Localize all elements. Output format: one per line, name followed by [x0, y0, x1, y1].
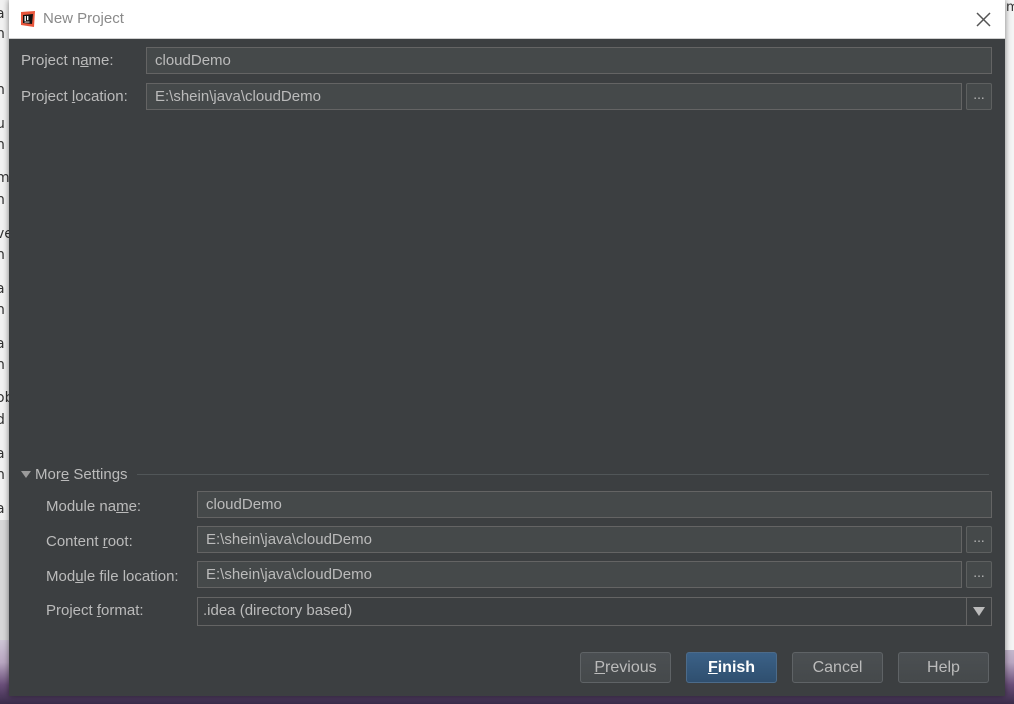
finish-button[interactable]: Finish: [686, 652, 777, 683]
project-format-select[interactable]: .idea (directory based): [197, 597, 992, 626]
content-root-input[interactable]: E:\shein\java\cloudDemo: [197, 526, 962, 553]
module-file-location-label: Module file location:: [46, 568, 179, 585]
title-bar[interactable]: New Project: [9, 0, 1005, 39]
project-format-label: Project format:: [46, 602, 144, 619]
module-name-label: Module name:: [46, 498, 142, 515]
help-button[interactable]: Help: [898, 652, 989, 683]
module-file-location-input[interactable]: E:\shein\java\cloudDemo: [197, 561, 962, 588]
project-name-input[interactable]: cloudDemo: [146, 47, 992, 74]
close-icon[interactable]: [971, 8, 995, 30]
dropdown-arrow-button[interactable]: [966, 598, 991, 625]
section-divider: [137, 474, 989, 475]
project-name-label: Project name:: [21, 52, 114, 69]
project-location-input[interactable]: E:\shein\java\cloudDemo: [146, 83, 962, 110]
intellij-app-icon: [21, 11, 35, 27]
browse-project-location-button[interactable]: ...: [966, 83, 992, 110]
browse-content-root-button[interactable]: ...: [966, 526, 992, 553]
chevron-down-icon: [973, 607, 985, 616]
cancel-button[interactable]: Cancel: [792, 652, 883, 683]
browse-module-file-button[interactable]: ...: [966, 561, 992, 588]
project-location-label: Project location:: [21, 88, 128, 105]
more-settings-label: More Settings: [35, 466, 128, 483]
new-project-dialog: New Project Project name: cloudDemo Proj…: [9, 0, 1005, 696]
module-name-input[interactable]: cloudDemo: [197, 491, 992, 518]
previous-button[interactable]: Previous: [580, 652, 671, 683]
content-root-label: Content root:: [46, 533, 133, 550]
expanded-triangle-icon: [21, 471, 31, 478]
background-glyph: m: [1006, 0, 1014, 15]
project-format-value: .idea (directory based): [203, 602, 353, 619]
dialog-title: New Project: [43, 10, 124, 27]
background-right-strip: m: [1004, 0, 1014, 650]
